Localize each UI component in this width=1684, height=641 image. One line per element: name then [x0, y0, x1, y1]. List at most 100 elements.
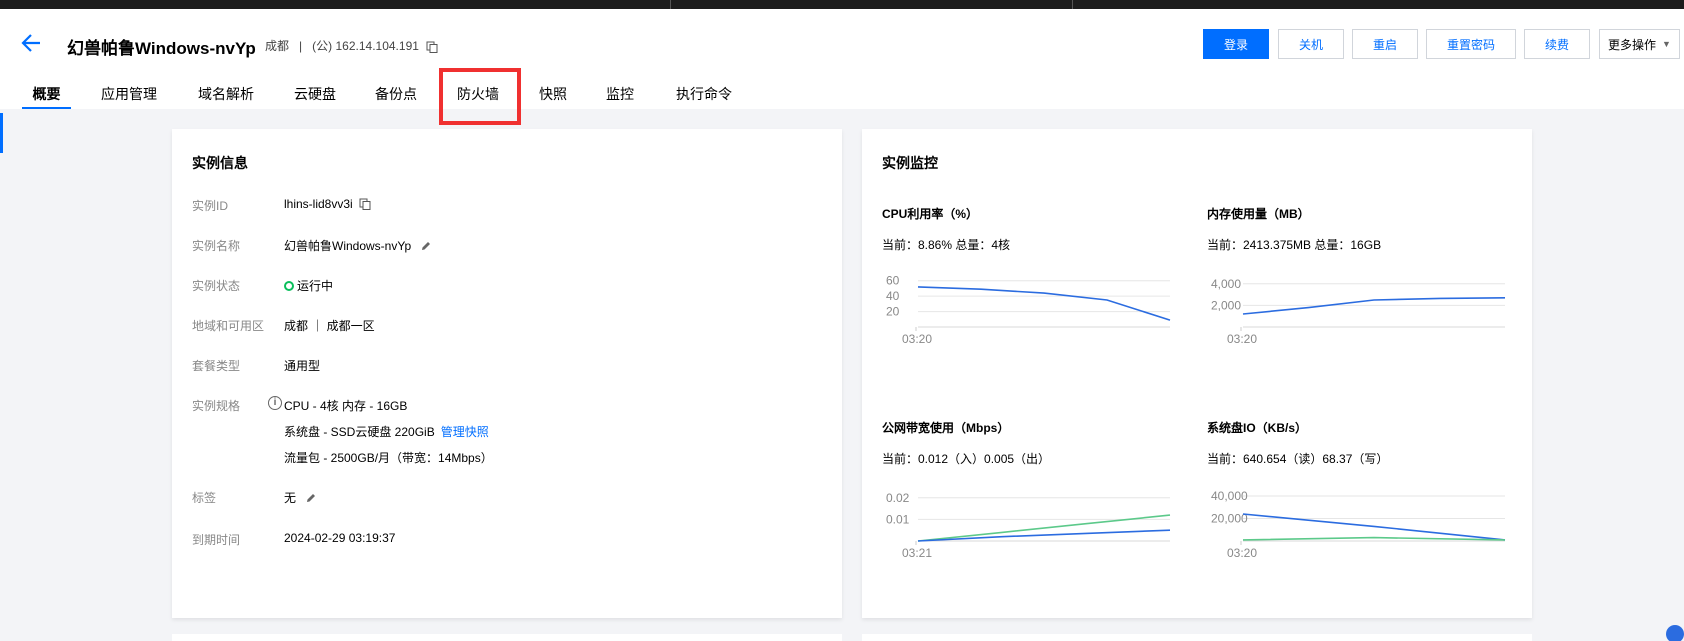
- window-top-bar: [0, 0, 1684, 9]
- login-button[interactable]: 登录: [1203, 29, 1269, 59]
- region-text: 成都: [265, 39, 290, 53]
- mem-chart: 4,000 2,000 03:20: [1207, 267, 1507, 347]
- highlight-box: [439, 68, 521, 125]
- cpu-current: 当前：8.86% 总量：4核: [882, 238, 1011, 252]
- edit-icon[interactable]: [420, 240, 432, 252]
- plan-label: 套餐类型: [192, 359, 241, 373]
- series-line: [1242, 513, 1506, 541]
- instance-name-value: 幻兽帕鲁Windows-nvYp: [284, 237, 432, 254]
- instance-id-value: lhins-lid8vv3i: [284, 197, 371, 211]
- tag-value: 无: [284, 489, 317, 506]
- plan-value: 通用型: [284, 359, 321, 373]
- status-running-icon: [284, 281, 294, 291]
- x-tick-label: 03:20: [1227, 332, 1257, 346]
- x-tick-label: 03:20: [902, 332, 932, 346]
- chart-svg: 6040 2003:20: [886, 274, 1171, 346]
- spec-label: 实例规格: [192, 399, 241, 413]
- series-line: [917, 286, 1171, 321]
- expire-value: 2024-02-29 03:19:37: [284, 531, 396, 545]
- net-current: 当前：0.012（入）0.005（出）: [882, 452, 1051, 466]
- chart-svg: 0.02 0.01 03:21: [886, 491, 1171, 560]
- tab-run-command[interactable]: 执行命令: [673, 81, 735, 109]
- mem-current: 当前：2413.375MB 总量：16GB: [1207, 238, 1382, 252]
- cpu-chart: 60 40 20 03:20: [882, 267, 1172, 347]
- restart-button[interactable]: 重启: [1352, 29, 1418, 59]
- x-tick-label: 03:21: [902, 546, 932, 560]
- y-tick-label: 4,000: [1211, 277, 1241, 291]
- y-tick-label: 20,000: [1211, 512, 1248, 526]
- tab-domain-resolution[interactable]: 域名解析: [195, 81, 257, 109]
- spec-disk-text: 系统盘 - SSD云硬盘 220GiB: [284, 425, 435, 439]
- spec-disk: 系统盘 - SSD云硬盘 220GiB 管理快照: [284, 423, 489, 440]
- tab-monitor[interactable]: 监控: [604, 81, 636, 109]
- public-ip: (公) 162.14.104.191: [312, 39, 419, 53]
- instance-info-card: 实例信息 实例ID lhins-lid8vv3i 实例名称 幻兽帕鲁Window…: [172, 129, 842, 618]
- tab-backup[interactable]: 备份点: [372, 81, 420, 109]
- tab-cloud-disk[interactable]: 云硬盘: [291, 81, 339, 109]
- manage-snapshot-link[interactable]: 管理快照: [441, 425, 489, 439]
- edit-icon[interactable]: [305, 492, 317, 504]
- arrow-left-icon[interactable]: [20, 32, 42, 54]
- y-tick-label: 40: [886, 289, 900, 303]
- mem-chart-label: 内存使用量（MB）: [1207, 207, 1310, 221]
- net-chart: 0.02 0.01 03:21: [882, 481, 1172, 561]
- more-actions-dropdown[interactable]: 更多操作 ▼: [1599, 29, 1680, 59]
- y-tick-label: 20: [886, 305, 900, 319]
- action-buttons: 登录 关机 重启 重置密码 续费 更多操作 ▼: [1203, 29, 1684, 59]
- y-tick-label: 0.01: [886, 512, 910, 526]
- row-spec: 实例规格 i CPU - 4核 内存 - 16GB 系统盘 - SSD云硬盘 2…: [192, 396, 752, 467]
- monitor-title: 实例监控: [882, 155, 938, 171]
- instance-meta: 成都 | (公) 162.14.104.191: [265, 37, 438, 54]
- renew-button[interactable]: 续费: [1524, 29, 1590, 59]
- tab-app-management[interactable]: 应用管理: [98, 81, 160, 109]
- tag-label: 标签: [192, 491, 217, 505]
- instance-id-label: 实例ID: [192, 199, 229, 213]
- side-indicator: [0, 113, 3, 153]
- cpu-chart-label: CPU利用率（%）: [882, 207, 979, 221]
- y-tick-label: 60: [886, 274, 900, 288]
- spec-traffic: 流量包 - 2500GB/月（带宽：14Mbps）: [284, 451, 493, 465]
- lower-card-right: [862, 634, 1532, 641]
- lower-card-left: [172, 634, 842, 641]
- tab-snapshot[interactable]: 快照: [537, 81, 569, 109]
- copy-icon[interactable]: [426, 41, 438, 53]
- floating-help-button[interactable]: [1666, 625, 1684, 641]
- instance-info-title: 实例信息: [192, 155, 248, 171]
- meta-divider: |: [299, 39, 303, 53]
- chart-svg: 40,000 20,000 03:20: [1211, 489, 1506, 560]
- top-bar-divider: [670, 0, 671, 9]
- instance-status-value: 运行中: [284, 277, 333, 294]
- status-text: 运行中: [297, 279, 334, 293]
- tab-overview[interactable]: 概要: [22, 81, 71, 109]
- top-bar-divider: [1072, 0, 1073, 9]
- expire-label: 到期时间: [192, 533, 241, 547]
- series-line: [1242, 536, 1506, 541]
- series-line: [917, 529, 1171, 542]
- chart-svg: 4,000 2,000 03:20: [1211, 277, 1506, 346]
- y-tick-label: 2,000: [1211, 298, 1241, 312]
- disk-chart-label: 系统盘IO（KB/s）: [1207, 421, 1308, 435]
- info-icon[interactable]: i: [268, 396, 282, 410]
- page-title: 幻兽帕鲁Windows-nvYp: [67, 39, 256, 58]
- caret-down-icon: ▼: [1662, 39, 1671, 49]
- tab-bar: 概要 应用管理 域名解析 云硬盘 备份点 防火墙 快照 监控 执行命令: [0, 81, 1684, 109]
- disk-current: 当前：640.654（读）68.37（写）: [1207, 452, 1389, 466]
- net-chart-label: 公网带宽使用（Mbps）: [882, 421, 1010, 435]
- instance-id-text: lhins-lid8vv3i: [284, 197, 353, 211]
- reset-password-button[interactable]: 重置密码: [1426, 29, 1516, 59]
- y-tick-label: 40,000: [1211, 489, 1248, 503]
- spec-cpu: CPU - 4核 内存 - 16GB: [284, 399, 408, 413]
- x-tick-label: 03:20: [1227, 546, 1257, 560]
- shutdown-button[interactable]: 关机: [1278, 29, 1344, 59]
- tag-text: 无: [284, 491, 297, 505]
- more-actions-label: 更多操作: [1608, 37, 1657, 52]
- page-header: 幻兽帕鲁Windows-nvYp 成都 | (公) 162.14.104.191…: [0, 9, 1684, 109]
- zone-value: 成都 ｜ 成都一区: [284, 319, 375, 333]
- copy-icon[interactable]: [359, 198, 371, 210]
- instance-name-text: 幻兽帕鲁Windows-nvYp: [284, 239, 412, 253]
- instance-name-label: 实例名称: [192, 239, 241, 253]
- instance-status-label: 实例状态: [192, 279, 241, 293]
- zone-label: 地域和可用区: [192, 319, 265, 333]
- instance-monitor-card: 实例监控 CPU利用率（%） 当前：8.86% 总量：4核 60 40 20 03:2…: [862, 129, 1532, 618]
- y-tick-label: 0.02: [886, 491, 910, 505]
